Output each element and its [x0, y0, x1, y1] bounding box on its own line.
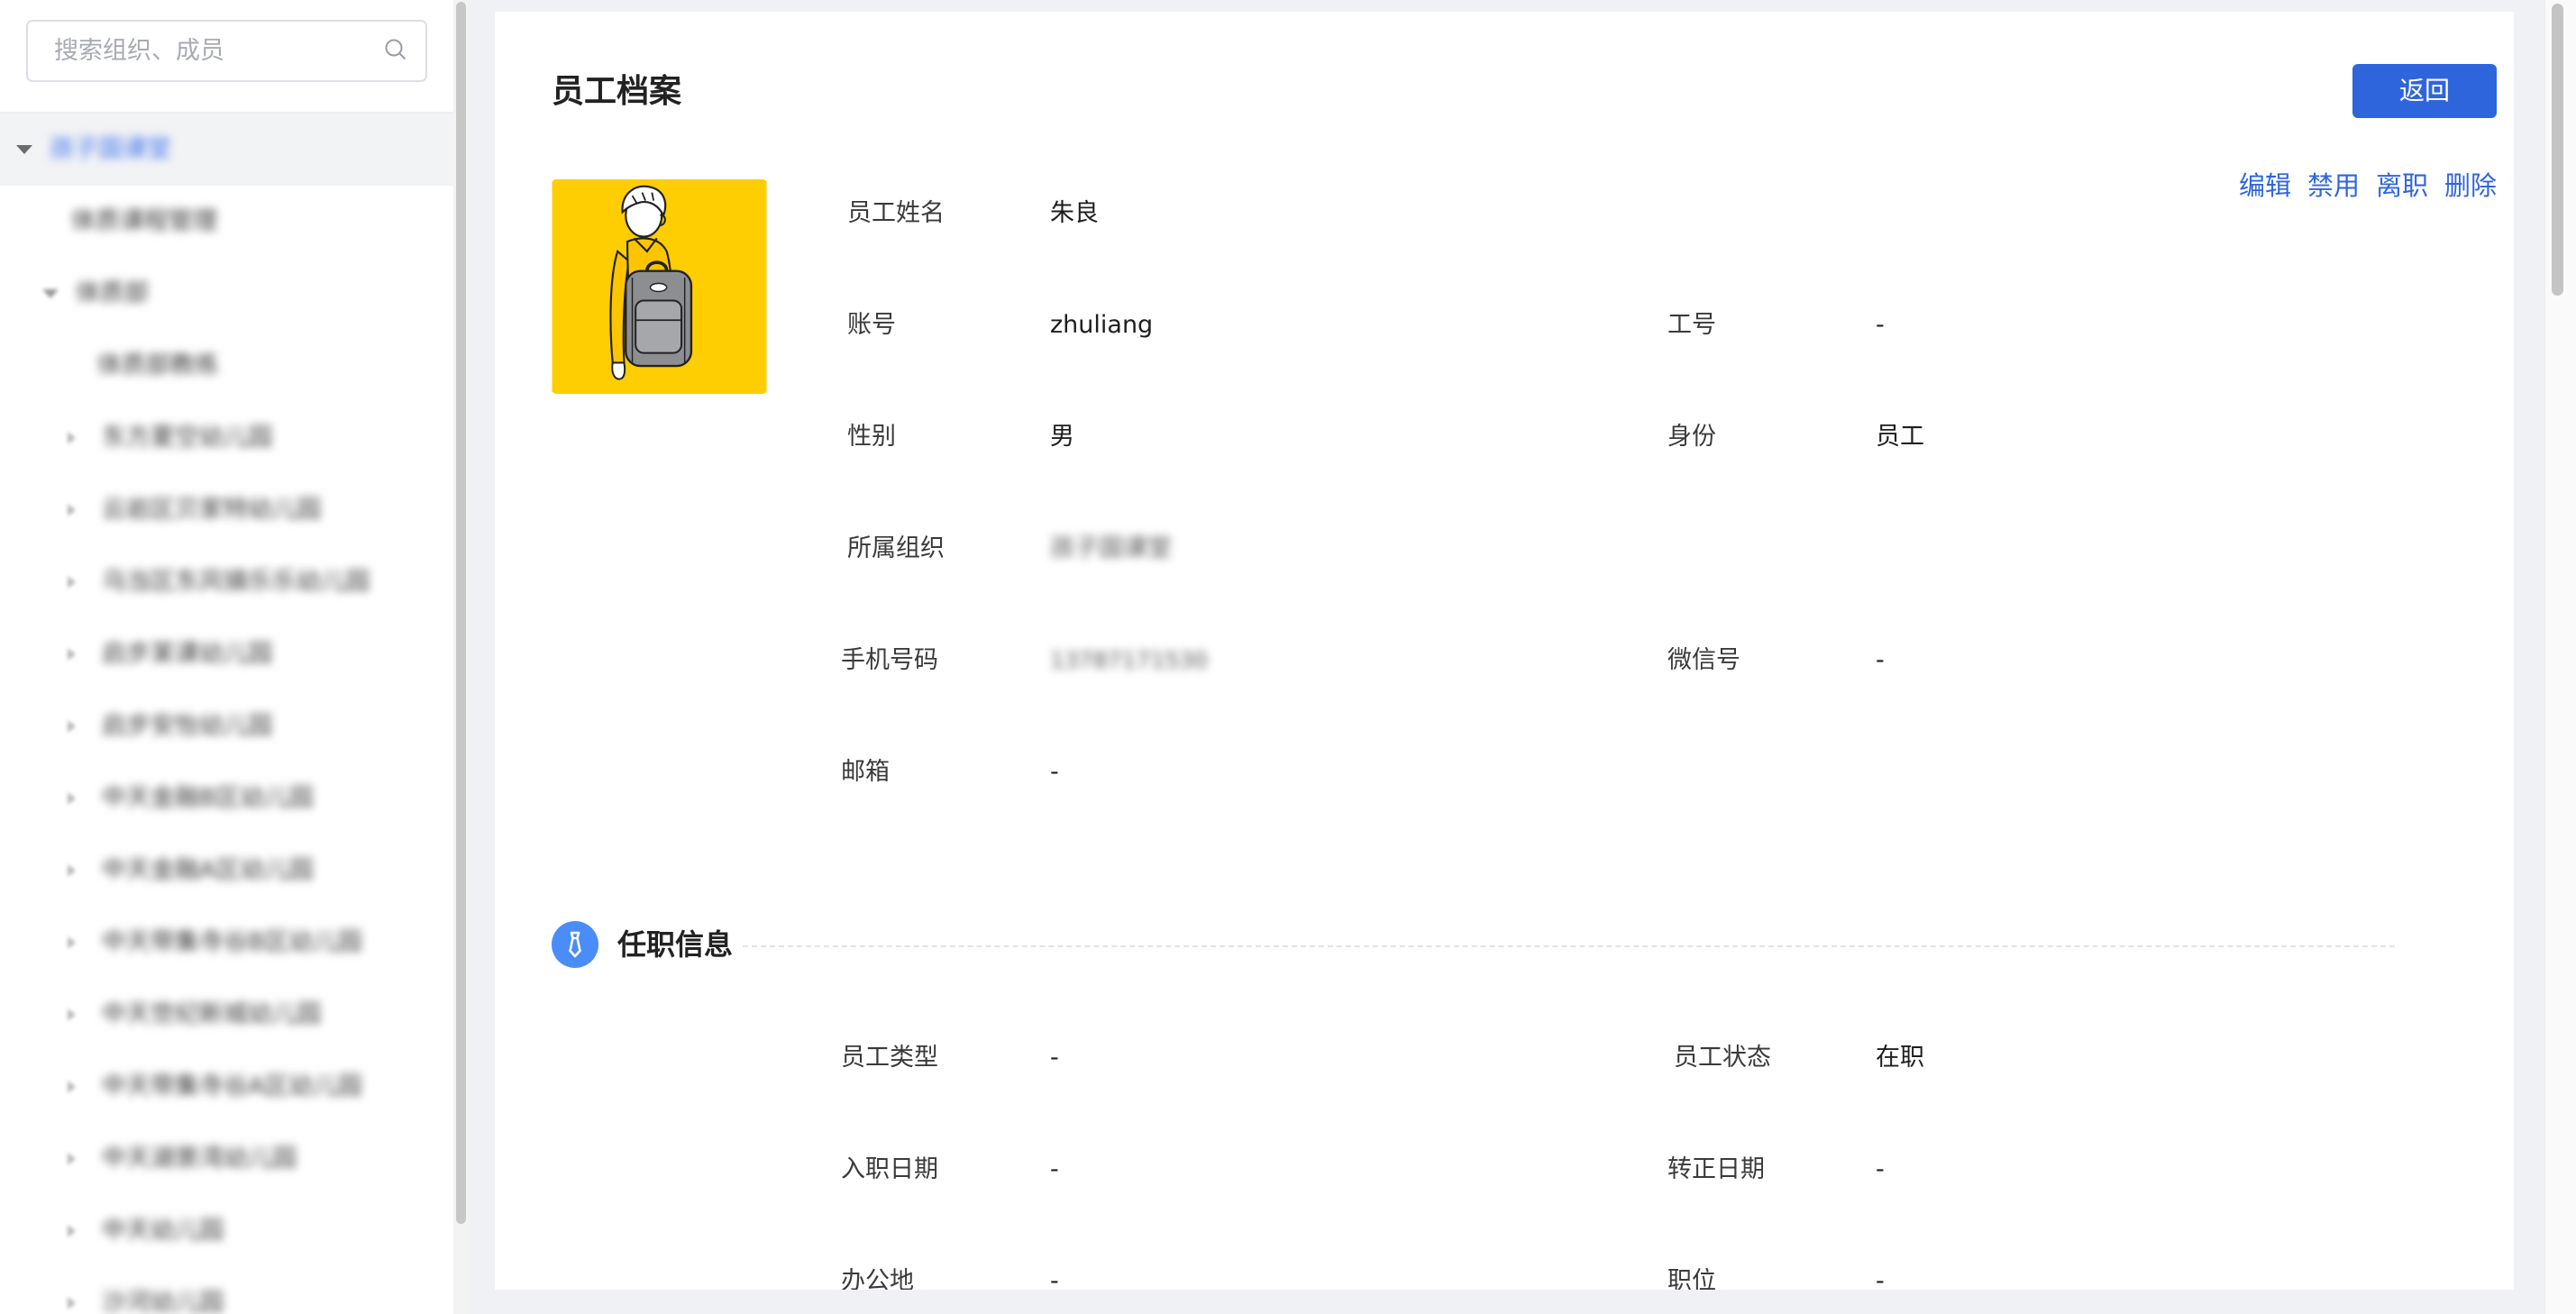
tree-node[interactable]: 东方夏空幼儿园: [0, 402, 453, 474]
gender-label: 性别: [847, 423, 896, 451]
tree-node[interactable]: 启步某课幼儿园: [0, 618, 453, 690]
regularization-date-label: 转正日期: [1667, 1155, 1765, 1183]
tree-node-label: 体质课程管理: [71, 207, 217, 235]
search-input[interactable]: [26, 20, 427, 82]
email-label: 邮箱: [841, 758, 890, 786]
account-label: 账号: [847, 311, 896, 339]
tree-node-label: 沙河幼儿园: [102, 1289, 224, 1314]
tree-node-label: 东方夏空幼儿园: [102, 424, 272, 452]
disable-link[interactable]: 禁用: [2307, 166, 2360, 205]
page-title: 员工档案: [552, 73, 682, 110]
employee-type-label: 员工类型: [841, 1044, 938, 1072]
tree-node[interactable]: 沙河幼儿园: [0, 1267, 453, 1314]
tree-node[interactable]: 体质部教练: [0, 330, 453, 402]
caret-down-icon[interactable]: [42, 289, 59, 298]
tree-node[interactable]: 体质课程管理: [0, 186, 453, 258]
wechat-value: -: [1876, 646, 1885, 674]
employee-status-label: 员工状态: [1674, 1044, 1771, 1072]
caret-right-icon[interactable]: [68, 1081, 76, 1093]
gender-value: 男: [1050, 423, 1074, 451]
office-label: 办公地: [841, 1267, 914, 1290]
caret-right-icon[interactable]: [68, 1008, 76, 1021]
tree-node-label: 中天带集寺谷A区幼儿园: [102, 1072, 362, 1100]
tree-node[interactable]: 孩子国课堂: [0, 114, 453, 186]
tree-node-label: 云岩区贝家特幼儿园: [102, 496, 321, 524]
tree-node-label: 孩子国课堂: [50, 135, 171, 163]
wechat-label: 微信号: [1667, 646, 1740, 674]
avatar: [552, 179, 767, 394]
section-divider: [743, 945, 2395, 947]
tree-node-label: 中天湖景湾幼儿园: [102, 1145, 297, 1173]
tree-node[interactable]: 乌当区东风镇乐乐幼儿园: [0, 546, 453, 618]
hire-date-label: 入职日期: [841, 1155, 938, 1183]
tree-node-label: 启步某课幼儿园: [102, 640, 272, 668]
employee-type-value: -: [1050, 1044, 1059, 1072]
resign-link[interactable]: 离职: [2376, 166, 2428, 205]
caret-down-icon[interactable]: [16, 145, 32, 154]
tree-node[interactable]: 中天幼儿园: [0, 1195, 453, 1267]
search-icon[interactable]: [384, 38, 407, 61]
tree-node[interactable]: 启步安怡幼儿园: [0, 690, 453, 762]
tree-node[interactable]: 中天世纪新城幼儿园: [0, 979, 453, 1051]
account-value: zhuliang: [1050, 311, 1154, 339]
caret-right-icon[interactable]: [68, 504, 76, 516]
caret-right-icon[interactable]: [68, 720, 76, 733]
section-title: 任职信息: [617, 927, 734, 962]
tree-node-label: 中天世纪新城幼儿园: [102, 1000, 321, 1028]
tree-node[interactable]: 中天带集寺谷B区幼儿园: [0, 907, 453, 979]
hire-date-value: -: [1050, 1155, 1059, 1183]
profile-actions: 编辑 禁用 离职 删除: [2239, 166, 2497, 205]
identity-label: 身份: [1667, 423, 1716, 451]
org-tree: 孩子国课堂体质课程管理体质部体质部教练东方夏空幼儿园云岩区贝家特幼儿园乌当区东风…: [0, 114, 453, 1314]
caret-right-icon[interactable]: [68, 792, 76, 805]
tree-node-label: 中天带集寺谷B区幼儿园: [102, 928, 362, 956]
name-label: 员工姓名: [847, 199, 945, 227]
organization-value: 孩子国课堂: [1050, 534, 1172, 562]
caret-right-icon[interactable]: [68, 432, 76, 444]
employee-no-label: 工号: [1667, 311, 1716, 339]
tree-node[interactable]: 体质部: [0, 258, 453, 330]
caret-right-icon[interactable]: [68, 1297, 76, 1309]
tree-node[interactable]: 中天金融A区幼儿园: [0, 835, 453, 907]
caret-right-icon[interactable]: [68, 936, 76, 949]
tree-node-label: 体质部教练: [97, 351, 219, 379]
employee-profile-card: 员工档案 返回 编辑 禁用 离职 删除 员工姓名 朱良 账号 zhuliang: [495, 12, 2514, 1290]
organization-label: 所属组织: [847, 534, 945, 562]
tree-node[interactable]: 中天带集寺谷A区幼儿园: [0, 1051, 453, 1123]
name-value: 朱良: [1050, 199, 1099, 227]
tree-node-label: 乌当区东风镇乐乐幼儿园: [102, 568, 370, 596]
tree-node-label: 启步安怡幼儿园: [102, 712, 272, 740]
page-scrollbar-thumb[interactable]: [2552, 4, 2563, 296]
phone-value: 13787171530: [1050, 647, 1208, 673]
caret-right-icon[interactable]: [68, 576, 76, 589]
back-button[interactable]: 返回: [2352, 64, 2497, 118]
tree-node-label: 中天金融A区幼儿园: [102, 856, 314, 884]
caret-right-icon[interactable]: [68, 1225, 76, 1237]
org-sidebar: 孩子国课堂体质课程管理体质部体质部教练东方夏空幼儿园云岩区贝家特幼儿园乌当区东风…: [0, 0, 453, 1314]
caret-right-icon[interactable]: [68, 1153, 76, 1165]
regularization-date-value: -: [1876, 1155, 1885, 1183]
avatar-illustration: [552, 179, 767, 394]
edit-link[interactable]: 编辑: [2239, 166, 2291, 205]
email-value: -: [1050, 758, 1059, 786]
employee-no-value: -: [1876, 311, 1885, 339]
tree-node-label: 中天幼儿园: [102, 1217, 224, 1245]
tree-node[interactable]: 中天金融B区幼儿园: [0, 762, 453, 835]
office-value: -: [1050, 1267, 1059, 1290]
phone-label: 手机号码: [841, 646, 938, 674]
employee-status-value: 在职: [1876, 1044, 1924, 1072]
sidebar-scrollbar-thumb[interactable]: [456, 2, 466, 1224]
position-label: 职位: [1667, 1267, 1716, 1290]
tree-node[interactable]: 云岩区贝家特幼儿园: [0, 474, 453, 546]
caret-right-icon[interactable]: [68, 648, 76, 661]
tree-node-label: 体质部: [76, 279, 149, 307]
delete-link[interactable]: 删除: [2444, 166, 2497, 205]
tie-icon: [552, 921, 598, 968]
position-value: -: [1876, 1267, 1885, 1290]
tree-node[interactable]: 中天湖景湾幼儿园: [0, 1123, 453, 1195]
caret-right-icon[interactable]: [68, 864, 76, 877]
identity-value: 员工: [1876, 423, 1924, 451]
tree-node-label: 中天金融B区幼儿园: [102, 784, 314, 812]
